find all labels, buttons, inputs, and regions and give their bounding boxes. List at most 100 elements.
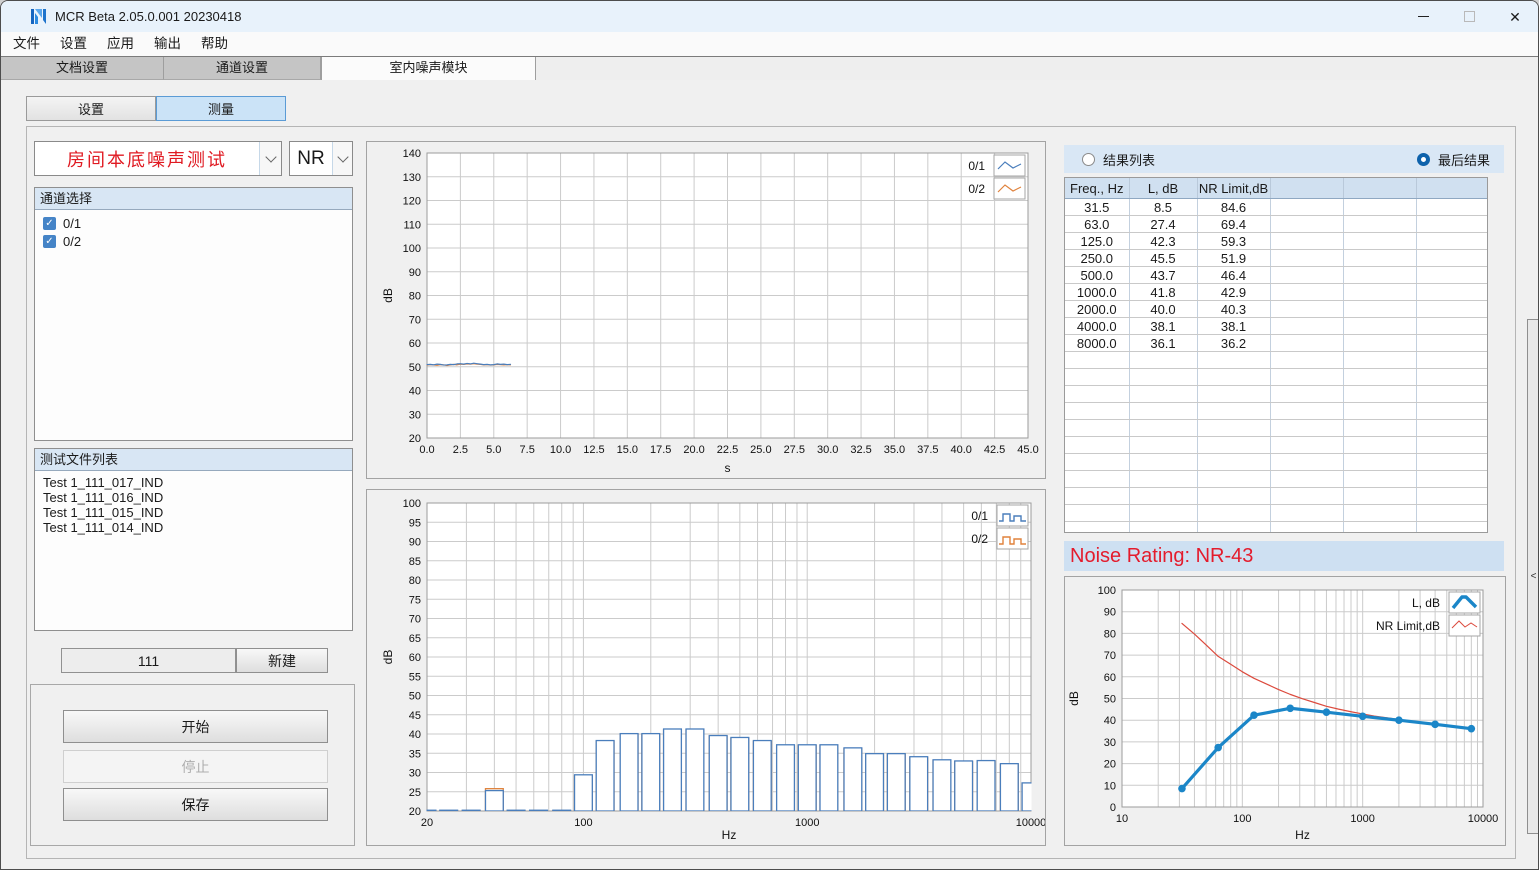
table-row[interactable]: 1000.041.842.9 — [1065, 284, 1488, 301]
svg-text:80: 80 — [409, 575, 421, 587]
table-row[interactable]: 4000.038.138.1 — [1065, 318, 1488, 335]
menu-item[interactable]: 输出 — [144, 32, 191, 56]
svg-text:10: 10 — [1104, 780, 1116, 792]
svg-text:60: 60 — [409, 338, 421, 350]
table-cell — [1343, 352, 1416, 369]
svg-text:35.0: 35.0 — [884, 444, 905, 456]
table-cell: 42.9 — [1197, 284, 1270, 301]
table-cell — [1270, 335, 1343, 352]
start-button[interactable]: 开始 — [63, 710, 328, 743]
close-button[interactable]: ✕ — [1492, 1, 1538, 32]
table-cell — [1197, 471, 1270, 488]
svg-text:15.0: 15.0 — [617, 444, 638, 456]
menu-item[interactable]: 文件 — [3, 32, 50, 56]
results-table: Freq., HzL, dBNR Limit,dB 31.58.584.663.… — [1065, 178, 1488, 533]
table-cell — [1270, 318, 1343, 335]
table-cell — [1065, 454, 1129, 471]
table-row[interactable]: 500.043.746.4 — [1065, 267, 1488, 284]
svg-text:55: 55 — [409, 671, 421, 683]
panel-collapse-button[interactable]: < — [1527, 319, 1539, 834]
table-cell — [1416, 488, 1488, 505]
channel-selection-box: 通道选择 ✓0/1✓0/2 — [34, 187, 353, 441]
checkbox-icon[interactable]: ✓ — [43, 217, 56, 230]
checkbox-icon[interactable]: ✓ — [43, 235, 56, 248]
table-cell: 51.9 — [1197, 250, 1270, 267]
table-cell — [1343, 284, 1416, 301]
test-type-combobox[interactable]: 房间本底噪声测试 — [34, 141, 282, 176]
table-cell — [1343, 369, 1416, 386]
last-result-radio[interactable] — [1417, 153, 1430, 166]
minimize-button[interactable] — [1400, 1, 1446, 32]
rating-type-combobox[interactable]: NR — [289, 141, 353, 176]
table-cell — [1343, 216, 1416, 233]
table-row[interactable]: 31.58.584.6 — [1065, 199, 1488, 216]
test-file-item[interactable]: Test 1_111_016_IND — [35, 490, 352, 505]
file-name-input[interactable]: 111 — [61, 648, 236, 673]
table-row-empty — [1065, 420, 1488, 437]
results-table-header-cell — [1416, 178, 1488, 199]
table-cell: 69.4 — [1197, 216, 1270, 233]
table-row[interactable]: 2000.040.040.3 — [1065, 301, 1488, 318]
noise-rating-text: Noise Rating: NR-43 — [1070, 545, 1253, 568]
new-button[interactable]: 新建 — [236, 648, 328, 673]
svg-text:dB: dB — [381, 288, 395, 303]
menu-item[interactable]: 设置 — [50, 32, 97, 56]
window-title: MCR Beta 2.05.0.001 20230418 — [55, 9, 1400, 24]
table-cell — [1343, 250, 1416, 267]
svg-text:85: 85 — [409, 556, 421, 568]
maximize-button[interactable] — [1446, 1, 1492, 32]
tab-文档设置[interactable]: 文档设置 — [1, 57, 164, 80]
table-row-empty — [1065, 522, 1488, 534]
subtab-设置[interactable]: 设置 — [26, 96, 156, 121]
table-cell — [1343, 318, 1416, 335]
table-cell — [1270, 369, 1343, 386]
channel-row[interactable]: ✓0/1 — [35, 214, 352, 232]
channel-row[interactable]: ✓ 0/2 — [35, 232, 352, 250]
test-file-item[interactable]: Test 1_111_017_IND — [35, 475, 352, 490]
table-row[interactable]: 250.045.551.9 — [1065, 250, 1488, 267]
result-list-radio[interactable] — [1082, 153, 1095, 166]
svg-text:s: s — [725, 461, 731, 475]
svg-text:20: 20 — [421, 817, 433, 829]
table-row[interactable]: 63.027.469.4 — [1065, 216, 1488, 233]
tab-通道设置[interactable]: 通道设置 — [164, 57, 321, 80]
table-row[interactable]: 125.042.359.3 — [1065, 233, 1488, 250]
table-cell — [1197, 352, 1270, 369]
save-button[interactable]: 保存 — [63, 788, 328, 821]
svg-text:dB: dB — [1067, 691, 1081, 706]
subtab-测量[interactable]: 测量 — [156, 96, 286, 121]
channel-label: 0/2 — [63, 234, 81, 249]
table-row[interactable]: 8000.036.136.2 — [1065, 335, 1488, 352]
svg-text:20: 20 — [1104, 759, 1116, 771]
table-cell: 2000.0 — [1065, 301, 1129, 318]
table-cell — [1129, 403, 1197, 420]
table-row-empty — [1065, 505, 1488, 522]
svg-text:40: 40 — [1104, 715, 1116, 727]
svg-text:30: 30 — [409, 768, 421, 780]
table-cell: 36.1 — [1129, 335, 1197, 352]
menu-item[interactable]: 帮助 — [191, 32, 238, 56]
table-cell — [1416, 403, 1488, 420]
results-table-header-cell — [1270, 178, 1343, 199]
test-file-list-box: 测试文件列表 Test 1_111_017_INDTest 1_111_016_… — [34, 448, 353, 631]
test-file-item[interactable]: Test 1_111_014_IND — [35, 520, 352, 535]
svg-text:17.5: 17.5 — [650, 444, 671, 456]
table-cell — [1343, 199, 1416, 216]
rating-type-dropdown-button[interactable] — [332, 142, 352, 175]
svg-text:20: 20 — [409, 806, 421, 818]
table-cell — [1270, 352, 1343, 369]
svg-text:100: 100 — [1098, 585, 1116, 597]
tab-室内噪声模块[interactable]: 室内噪声模块 — [321, 57, 536, 80]
menu-item[interactable]: 应用 — [97, 32, 144, 56]
menubar: 文件设置应用输出帮助 — [1, 32, 1538, 56]
last-result-radio-label: 最后结果 — [1438, 150, 1490, 169]
test-type-dropdown-button[interactable] — [259, 142, 281, 175]
table-cell — [1343, 471, 1416, 488]
svg-text:100: 100 — [574, 817, 592, 829]
svg-text:50: 50 — [1104, 694, 1116, 706]
test-file-item[interactable]: Test 1_111_015_IND — [35, 505, 352, 520]
svg-text:50: 50 — [409, 691, 421, 703]
svg-text:32.5: 32.5 — [850, 444, 871, 456]
table-cell — [1416, 437, 1488, 454]
table-cell — [1065, 471, 1129, 488]
